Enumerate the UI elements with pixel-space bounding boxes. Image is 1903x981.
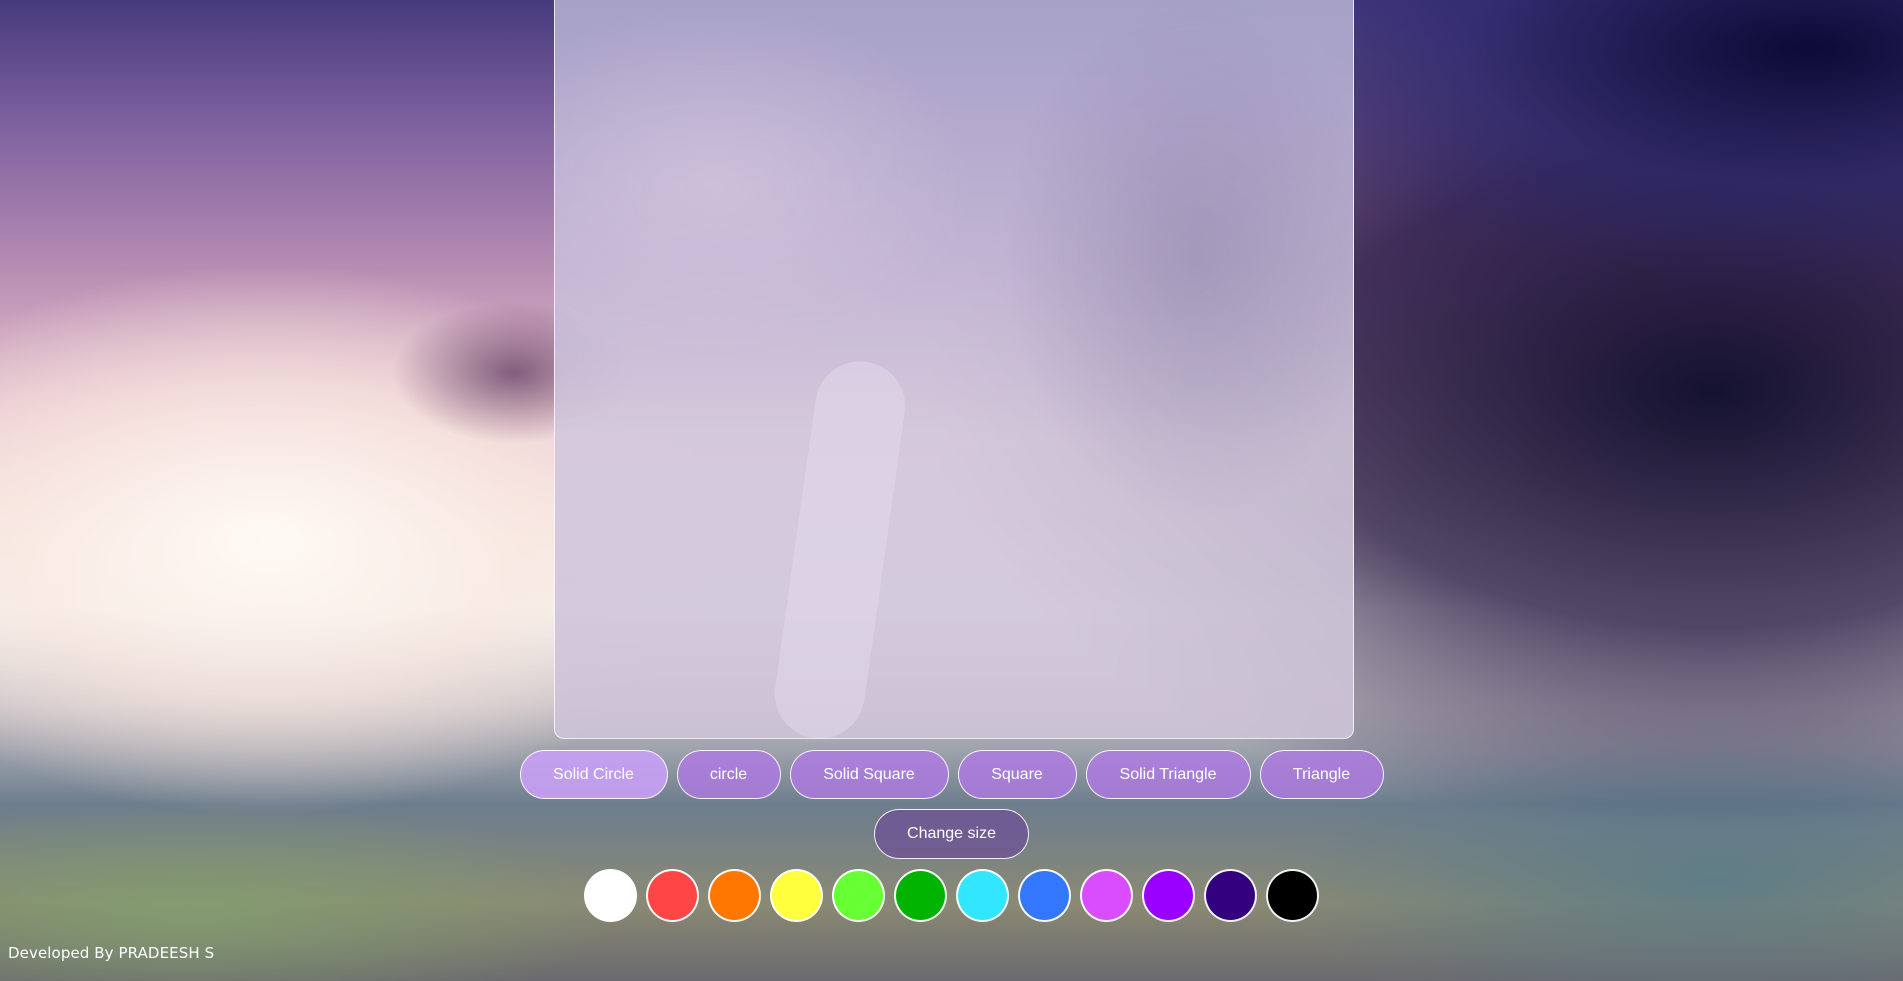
size-toolbar: Change size (0, 809, 1903, 859)
color-swatch-blue[interactable] (1018, 869, 1071, 922)
color-swatch-orange[interactable] (708, 869, 761, 922)
color-swatch-red[interactable] (646, 869, 699, 922)
color-swatch-light-green[interactable] (832, 869, 885, 922)
color-swatch-purple[interactable] (1142, 869, 1195, 922)
color-swatch-cyan[interactable] (956, 869, 1009, 922)
circle-button[interactable]: circle (676, 750, 781, 799)
solid-triangle-button[interactable]: Solid Triangle (1085, 750, 1251, 799)
color-swatch-magenta[interactable] (1080, 869, 1133, 922)
color-palette (0, 869, 1903, 922)
color-swatch-black[interactable] (1266, 869, 1319, 922)
color-swatch-indigo[interactable] (1204, 869, 1257, 922)
triangle-button[interactable]: Triangle (1259, 750, 1384, 799)
color-swatch-green[interactable] (894, 869, 947, 922)
drawing-canvas[interactable] (554, 0, 1354, 739)
shape-toolbar: Solid Circle circle Solid Square Square … (0, 750, 1903, 799)
change-size-button[interactable]: Change size (874, 809, 1029, 859)
color-swatch-yellow[interactable] (770, 869, 823, 922)
developer-credit: Developed By PRADEESH S (8, 944, 215, 962)
solid-circle-button[interactable]: Solid Circle (519, 750, 668, 799)
color-swatch-white[interactable] (584, 869, 637, 922)
solid-square-button[interactable]: Solid Square (789, 750, 949, 799)
square-button[interactable]: Square (957, 750, 1077, 799)
